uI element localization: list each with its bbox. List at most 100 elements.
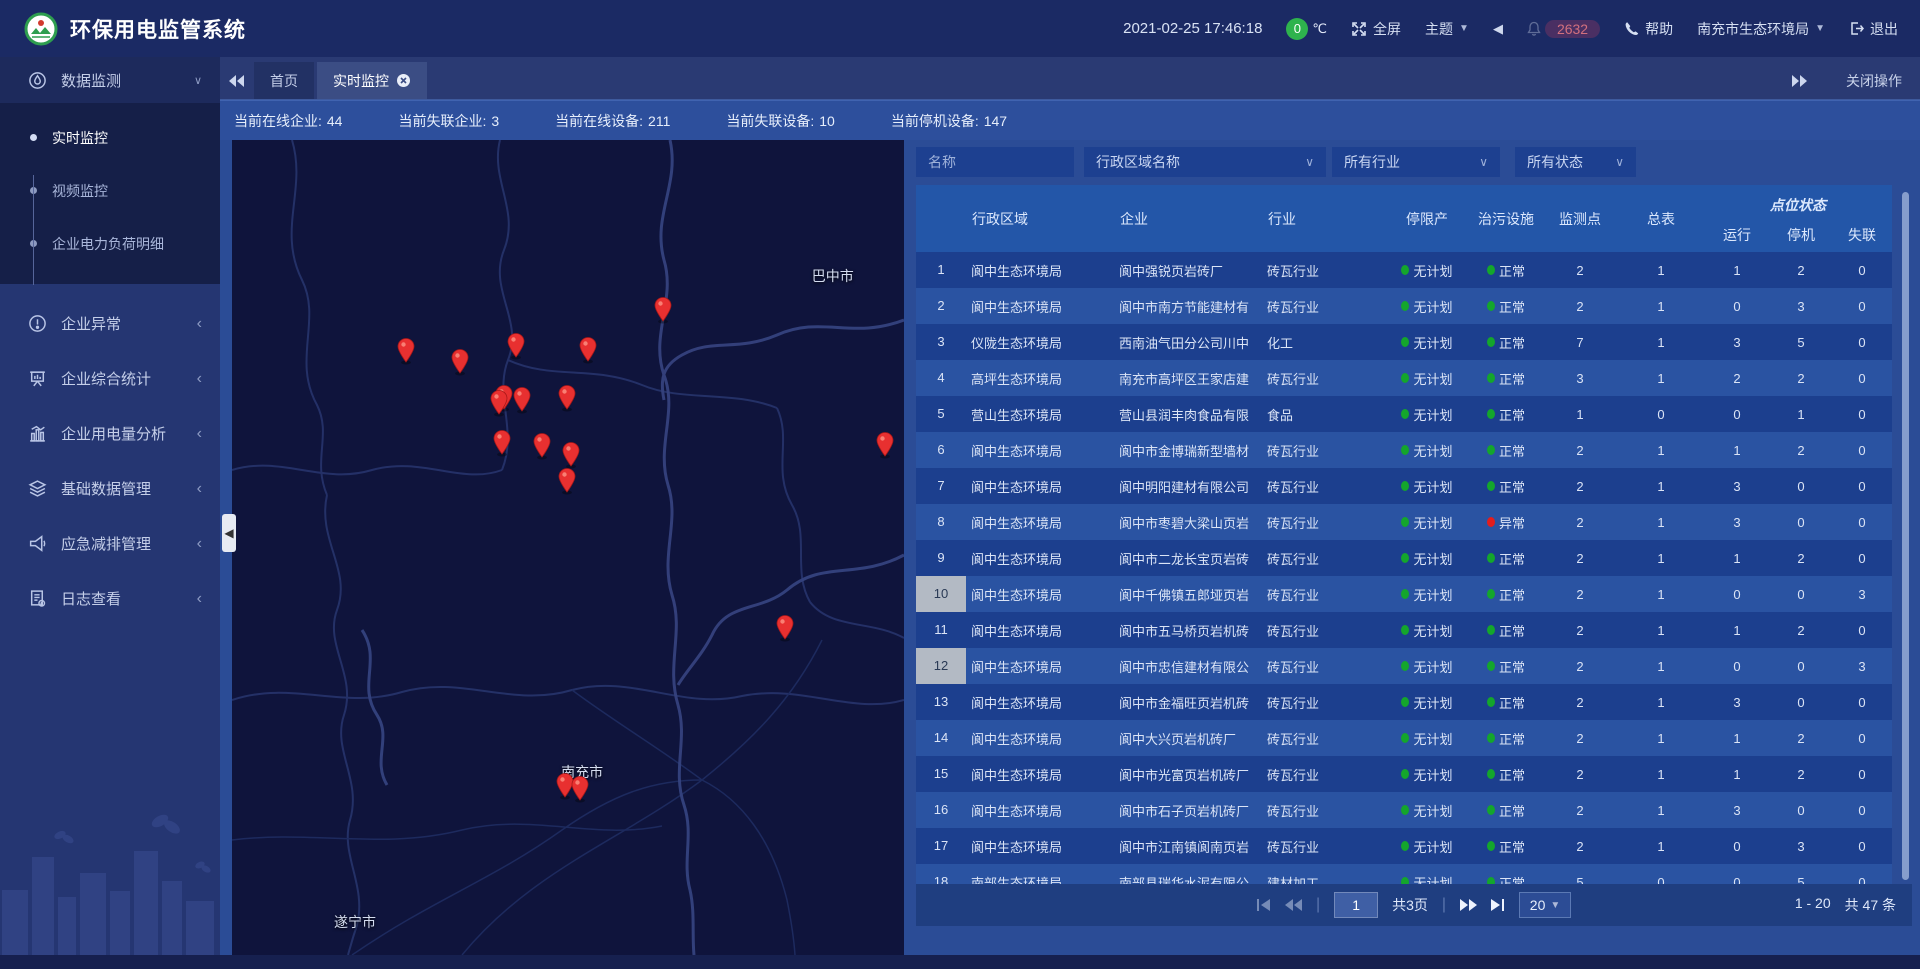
sidebar-item-data-monitor[interactable]: 数据监测∨ <box>0 57 220 103</box>
fullscreen-button[interactable]: 全屏 <box>1351 19 1401 39</box>
cell-monitor: 2 <box>1542 839 1618 854</box>
sidebar-subitem-0[interactable]: 实时监控 <box>0 111 220 164</box>
tabs-scroll-right-button[interactable] <box>1782 62 1816 99</box>
page-number-input[interactable] <box>1334 892 1378 918</box>
table-row[interactable]: 11阆中生态环境局阆中市五马桥页岩机砖砖瓦行业无计划正常21120 <box>916 612 1892 648</box>
status-ok-dot-icon <box>1401 697 1409 707</box>
table-row[interactable]: 7阆中生态环境局阆中明阳建材有限公司砖瓦行业无计划正常21300 <box>916 468 1892 504</box>
tab-realtime-monitor[interactable]: 实时监控 <box>317 62 427 99</box>
facility-label: 正常 <box>1499 837 1525 856</box>
prev-page-button[interactable] <box>1285 899 1302 911</box>
cell-index: 13 <box>916 684 966 720</box>
tab-label: 首页 <box>270 71 298 91</box>
sidebar-item-log-view[interactable]: 日志查看‹ <box>0 571 220 626</box>
last-page-button[interactable] <box>1491 899 1505 911</box>
cell-plan: 无计划 <box>1384 729 1470 748</box>
theme-menu-button[interactable]: 主题 ▼ <box>1425 19 1469 39</box>
map-pin[interactable] <box>449 348 471 381</box>
cell-index: 4 <box>916 360 966 396</box>
marquee-collapse-icon[interactable]: ◀ <box>1493 21 1503 37</box>
log-icon <box>28 589 47 608</box>
tab-home[interactable]: 首页 <box>254 62 314 99</box>
table-row[interactable]: 3仪陇生态环境局西南油气田分公司川中化工无计划正常71350 <box>916 324 1892 360</box>
close-operations-button[interactable]: 关闭操作 <box>1846 71 1902 91</box>
map-pin[interactable] <box>505 332 527 365</box>
table-row[interactable]: 10阆中生态环境局阆中千佛镇五郎垭页岩砖瓦行业无计划正常21003 <box>916 576 1892 612</box>
region-filter-select[interactable]: 行政区域名称 ∨ <box>1084 147 1326 177</box>
sub-col-header-2: 失联 <box>1832 225 1892 245</box>
map-pin[interactable] <box>556 467 578 500</box>
cell-total: 1 <box>1618 731 1704 746</box>
cell-run: 3 <box>1704 695 1770 710</box>
col-header-6: 总表 <box>1618 209 1704 229</box>
notifications-button[interactable]: 2632 <box>1527 20 1600 38</box>
stat-item: 当前失联企业:3 <box>398 111 499 131</box>
logout-button[interactable]: 退出 <box>1849 19 1898 39</box>
sidebar-item-company-abnormal[interactable]: 企业异常‹ <box>0 296 220 351</box>
sidebar-collapse-handle[interactable]: ◀ <box>222 514 236 552</box>
map-canvas[interactable]: 巴中市南充市遂宁市 <box>232 140 904 955</box>
cell-lost: 0 <box>1832 551 1892 566</box>
table-scrollbar-thumb[interactable] <box>1902 192 1909 880</box>
table-row[interactable]: 1阆中生态环境局阆中强锐页岩砖厂砖瓦行业无计划正常21120 <box>916 252 1892 288</box>
sidebar-item-base-data[interactable]: 基础数据管理‹ <box>0 461 220 516</box>
app-header: 环保用电监管系统 2021-02-25 17:46:18 0 ℃ 全屏 主题 ▼… <box>0 0 1920 57</box>
table-row[interactable]: 14阆中生态环境局阆中大兴页岩机砖厂砖瓦行业无计划正常21120 <box>916 720 1892 756</box>
map-pin[interactable] <box>395 337 417 370</box>
cell-plan: 无计划 <box>1384 369 1470 388</box>
help-button[interactable]: 帮助 <box>1624 19 1673 39</box>
table-row[interactable]: 8阆中生态环境局阆中市枣碧大梁山页岩砖瓦行业无计划异常21300 <box>916 504 1892 540</box>
sidebar-item-power-analysis[interactable]: 企业用电量分析‹ <box>0 406 220 461</box>
table-row[interactable]: 17阆中生态环境局阆中市江南镇阆南页岩砖瓦行业无计划正常21030 <box>916 828 1892 864</box>
tab-close-icon[interactable] <box>396 73 411 88</box>
tabs-scroll-left-button[interactable] <box>220 62 254 99</box>
name-filter-input[interactable] <box>916 147 1074 177</box>
table-row[interactable]: 5营山生态环境局营山县润丰肉食品有限食品无计划正常10010 <box>916 396 1892 432</box>
map-pin[interactable] <box>577 336 599 369</box>
page-size-select[interactable]: 20 ▼ <box>1519 892 1571 918</box>
sidebar-item-emergency-reduction[interactable]: 应急减排管理‹ <box>0 516 220 571</box>
cell-run: 0 <box>1704 587 1770 602</box>
cell-plan: 无计划 <box>1384 405 1470 424</box>
status-ok-dot-icon <box>1401 553 1409 563</box>
status-filter-select[interactable]: 所有状态 ∨ <box>1515 147 1636 177</box>
table-row[interactable]: 15阆中生态环境局阆中市光富页岩机砖厂砖瓦行业无计划正常21120 <box>916 756 1892 792</box>
logout-label: 退出 <box>1870 19 1898 39</box>
table-row[interactable]: 6阆中生态环境局阆中市金博瑞新型墙材砖瓦行业无计划正常21120 <box>916 432 1892 468</box>
map-pin[interactable] <box>874 431 896 464</box>
map-pin[interactable] <box>774 614 796 647</box>
org-menu-button[interactable]: 南充市生态环境局 ▼ <box>1697 19 1825 39</box>
cell-halt: 5 <box>1770 335 1832 350</box>
record-range-label: 1 - 20 <box>1795 895 1831 915</box>
cell-company: 阆中市金博瑞新型墙材 <box>1114 441 1262 460</box>
table-row[interactable]: 4高坪生态环境局南充市高坪区王家店建砖瓦行业无计划正常31220 <box>916 360 1892 396</box>
table-row[interactable]: 12阆中生态环境局阆中市忠信建材有限公砖瓦行业无计划正常21003 <box>916 648 1892 684</box>
table-row[interactable]: 18南部生态环境局南部县瑞华水泥有限公建材加工无计划正常50050 <box>916 864 1892 884</box>
next-page-button[interactable] <box>1460 899 1477 911</box>
map-pin[interactable] <box>488 389 510 422</box>
cell-monitor: 2 <box>1542 659 1618 674</box>
status-ok-dot-icon <box>1487 373 1495 383</box>
table-row[interactable]: 9阆中生态环境局阆中市二龙长宝页岩砖砖瓦行业无计划正常21120 <box>916 540 1892 576</box>
table-row[interactable]: 2阆中生态环境局阆中市南方节能建材有砖瓦行业无计划正常21030 <box>916 288 1892 324</box>
stat-label: 当前在线企业: <box>234 113 322 129</box>
map-pin[interactable] <box>511 386 533 419</box>
map-pin[interactable] <box>556 384 578 417</box>
sidebar-item-label: 数据监测 <box>61 70 121 91</box>
map-pin[interactable] <box>569 775 591 808</box>
table-row[interactable]: 16阆中生态环境局阆中市石子页岩机砖厂砖瓦行业无计划正常21300 <box>916 792 1892 828</box>
app-logo-icon <box>24 12 58 46</box>
cell-monitor: 7 <box>1542 335 1618 350</box>
map-pin[interactable] <box>652 296 674 329</box>
map-pin[interactable] <box>491 429 513 462</box>
sidebar-item-company-stats[interactable]: 企业综合统计‹ <box>0 351 220 406</box>
total-pages-label: 共3页 <box>1392 895 1428 915</box>
table-row[interactable]: 13阆中生态环境局阆中市金福旺页岩机砖砖瓦行业无计划正常21300 <box>916 684 1892 720</box>
status-ok-dot-icon <box>1401 373 1409 383</box>
cell-index: 6 <box>916 432 966 468</box>
first-page-button[interactable] <box>1257 899 1271 911</box>
cell-run: 1 <box>1704 263 1770 278</box>
industry-filter-select[interactable]: 所有行业 ∨ <box>1332 147 1500 177</box>
cell-index: 3 <box>916 324 966 360</box>
map-pin[interactable] <box>531 432 553 465</box>
